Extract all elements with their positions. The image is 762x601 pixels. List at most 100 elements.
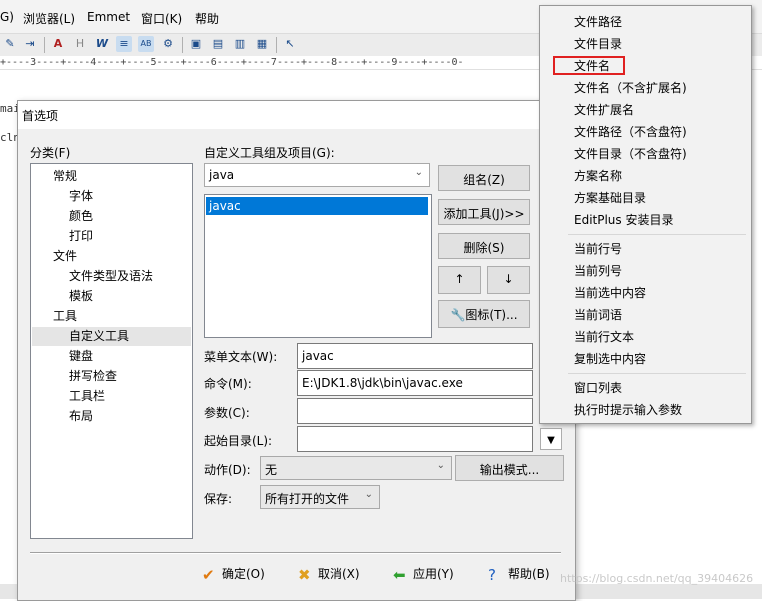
ctx-current-line[interactable]: 当前行号 xyxy=(574,240,622,257)
font-icon[interactable]: A xyxy=(50,36,66,52)
toolbar-separator xyxy=(276,37,277,53)
ctx-file-path[interactable]: 文件路径 xyxy=(574,13,622,30)
ctx-file-path-no-drive[interactable]: 文件路径（不含盘符) xyxy=(574,123,687,140)
tree-item-file-types[interactable]: 文件类型及语法 xyxy=(69,267,153,286)
close-icon: ✖ xyxy=(298,565,311,584)
delete-button[interactable]: 删除(S) xyxy=(438,233,530,259)
preferences-dialog: 首选项 分类(F) 常规 字体 颜色 打印 文件 文件类型及语法 模板 工具 自… xyxy=(17,100,576,601)
action-select[interactable]: 无 ⌄ xyxy=(260,456,452,480)
gear-icon[interactable]: ⚙ xyxy=(160,36,176,52)
ctx-current-line-text[interactable]: 当前行文本 xyxy=(574,328,634,345)
check-icon: ✔ xyxy=(202,565,215,584)
group-name-button[interactable]: 组名(Z) xyxy=(438,165,530,191)
tree-item-layout[interactable]: 布局 xyxy=(69,407,93,426)
command-input[interactable]: E:\JDK1.8\jdk\bin\javac.exe xyxy=(297,370,533,396)
menu-help[interactable]: 帮助 xyxy=(195,10,219,27)
icon-button[interactable]: 🔧图标(T)... xyxy=(438,300,530,328)
edit-icon[interactable]: ✎ xyxy=(2,36,18,52)
tree-item-general[interactable]: 常规 xyxy=(53,167,77,186)
ctx-copy-selection[interactable]: 复制选中内容 xyxy=(574,350,646,367)
tree-item-toolbar[interactable]: 工具栏 xyxy=(69,387,105,406)
output-mode-button[interactable]: 输出模式... xyxy=(455,455,564,481)
argument-context-menu: 文件路径 文件目录 文件名 文件名（不含扩展名) 文件扩展名 文件路径（不含盘符… xyxy=(539,5,752,424)
tree-item-templates[interactable]: 模板 xyxy=(69,287,93,306)
save-select[interactable]: 所有打开的文件 ⌄ xyxy=(260,485,380,509)
move-down-button[interactable]: ↓ xyxy=(487,266,530,294)
ctx-prompt-args[interactable]: 执行时提示输入参数 xyxy=(574,401,682,418)
ctx-separator xyxy=(568,234,746,235)
arguments-input[interactable] xyxy=(297,398,533,424)
apply-button[interactable]: ⬅ 应用(Y) xyxy=(393,565,454,591)
command-label: 命令(M): xyxy=(204,377,252,391)
word-wrap-icon[interactable]: W xyxy=(94,36,110,52)
window-split-icon[interactable]: ▤ xyxy=(210,36,226,52)
tree-item-print[interactable]: 打印 xyxy=(69,227,93,246)
wrench-icon: 🔧 xyxy=(450,308,466,322)
tree-item-file[interactable]: 文件 xyxy=(53,247,77,266)
menu-text-input[interactable]: javac xyxy=(297,343,533,369)
ctx-file-dir-no-drive[interactable]: 文件目录（不含盘符) xyxy=(574,145,687,162)
heading-icon[interactable]: H xyxy=(72,36,88,52)
ctx-window-list[interactable]: 窗口列表 xyxy=(574,379,622,396)
ctx-current-word[interactable]: 当前词语 xyxy=(574,306,622,323)
menu-emmet[interactable]: Emmet xyxy=(87,10,130,24)
cancel-button[interactable]: ✖ 取消(X) xyxy=(298,565,360,591)
chevron-down-icon: ⌄ xyxy=(414,167,423,178)
ctx-current-column[interactable]: 当前列号 xyxy=(574,262,622,279)
question-icon: ? xyxy=(488,565,496,584)
chevron-down-icon: ⌄ xyxy=(364,489,373,500)
toolbar-separator xyxy=(182,37,183,53)
menu-window[interactable]: 窗口(K) xyxy=(141,10,182,27)
ctx-file-name-no-ext[interactable]: 文件名（不含扩展名) xyxy=(574,79,687,96)
tree-item-spell-check[interactable]: 拼写检查 xyxy=(69,367,117,386)
category-tree: 常规 字体 颜色 打印 文件 文件类型及语法 模板 工具 自定义工具 键盘 拼写… xyxy=(30,163,193,539)
menu-item-partial[interactable]: G) xyxy=(0,10,14,24)
ctx-file-ext[interactable]: 文件扩展名 xyxy=(574,101,634,118)
dialog-title-bar: 首选项 xyxy=(18,101,575,129)
ctx-separator xyxy=(568,373,746,374)
tree-item-user-tools[interactable]: 自定义工具 xyxy=(32,327,191,346)
ctx-project-name[interactable]: 方案名称 xyxy=(574,167,622,184)
category-label: 分类(F) xyxy=(30,146,71,160)
ctx-current-selection[interactable]: 当前选中内容 xyxy=(574,284,646,301)
tree-item-color[interactable]: 颜色 xyxy=(69,207,93,226)
ok-button[interactable]: ✔ 确定(O) xyxy=(202,565,265,591)
tool-group-label: 自定义工具组及项目(G): xyxy=(204,146,335,160)
tool-list-item[interactable]: javac xyxy=(206,197,428,215)
arrow-left-icon: ⬅ xyxy=(393,565,406,584)
arguments-label: 参数(C): xyxy=(204,406,250,420)
ruler-icon[interactable]: AB xyxy=(138,36,154,52)
tree-item-keyboard[interactable]: 键盘 xyxy=(69,347,93,366)
tree-item-font[interactable]: 字体 xyxy=(69,187,93,206)
menu-browser[interactable]: 浏览器(L) xyxy=(23,10,75,27)
browser-preview-icon[interactable]: ▦ xyxy=(254,36,270,52)
cursor-help-icon[interactable]: ↖ xyxy=(282,36,298,52)
add-tool-button[interactable]: 添加工具(J)>> xyxy=(438,199,530,225)
triangle-down-icon: ▼ xyxy=(547,435,555,446)
start-dir-input[interactable] xyxy=(297,426,533,452)
window-icon[interactable]: ▣ xyxy=(188,36,204,52)
window-list-icon[interactable]: ▥ xyxy=(232,36,248,52)
save-label: 保存: xyxy=(204,492,233,506)
action-label: 动作(D): xyxy=(204,463,251,477)
watermark: https://blog.csdn.net/qq_39404626 xyxy=(560,572,754,585)
help-button[interactable]: ? 帮助(B) xyxy=(488,565,550,591)
ctx-project-base-dir[interactable]: 方案基础目录 xyxy=(574,189,646,206)
tree-item-tools[interactable]: 工具 xyxy=(53,307,77,326)
dialog-title: 首选项 xyxy=(22,109,59,123)
indent-icon[interactable]: ⇥ xyxy=(22,36,38,52)
ctx-file-name[interactable]: 文件名 xyxy=(574,57,610,74)
toolbar-separator xyxy=(44,37,45,53)
footer-divider xyxy=(30,552,561,554)
tool-group-select[interactable]: java ⌄ xyxy=(204,163,430,187)
menu-text-label: 菜单文本(W): xyxy=(204,350,278,364)
start-dir-dropdown-button[interactable]: ▼ xyxy=(540,428,562,450)
chevron-down-icon: ⌄ xyxy=(436,460,445,471)
ctx-editplus-dir[interactable]: EditPlus 安装目录 xyxy=(574,211,673,228)
line-number-icon[interactable]: ≡ xyxy=(116,36,132,52)
move-up-button[interactable]: ↑ xyxy=(438,266,481,294)
tool-list[interactable]: javac xyxy=(204,194,432,338)
start-dir-label: 起始目录(L): xyxy=(204,434,273,448)
ctx-file-dir[interactable]: 文件目录 xyxy=(574,35,622,52)
tool-group-value: java xyxy=(209,168,235,182)
